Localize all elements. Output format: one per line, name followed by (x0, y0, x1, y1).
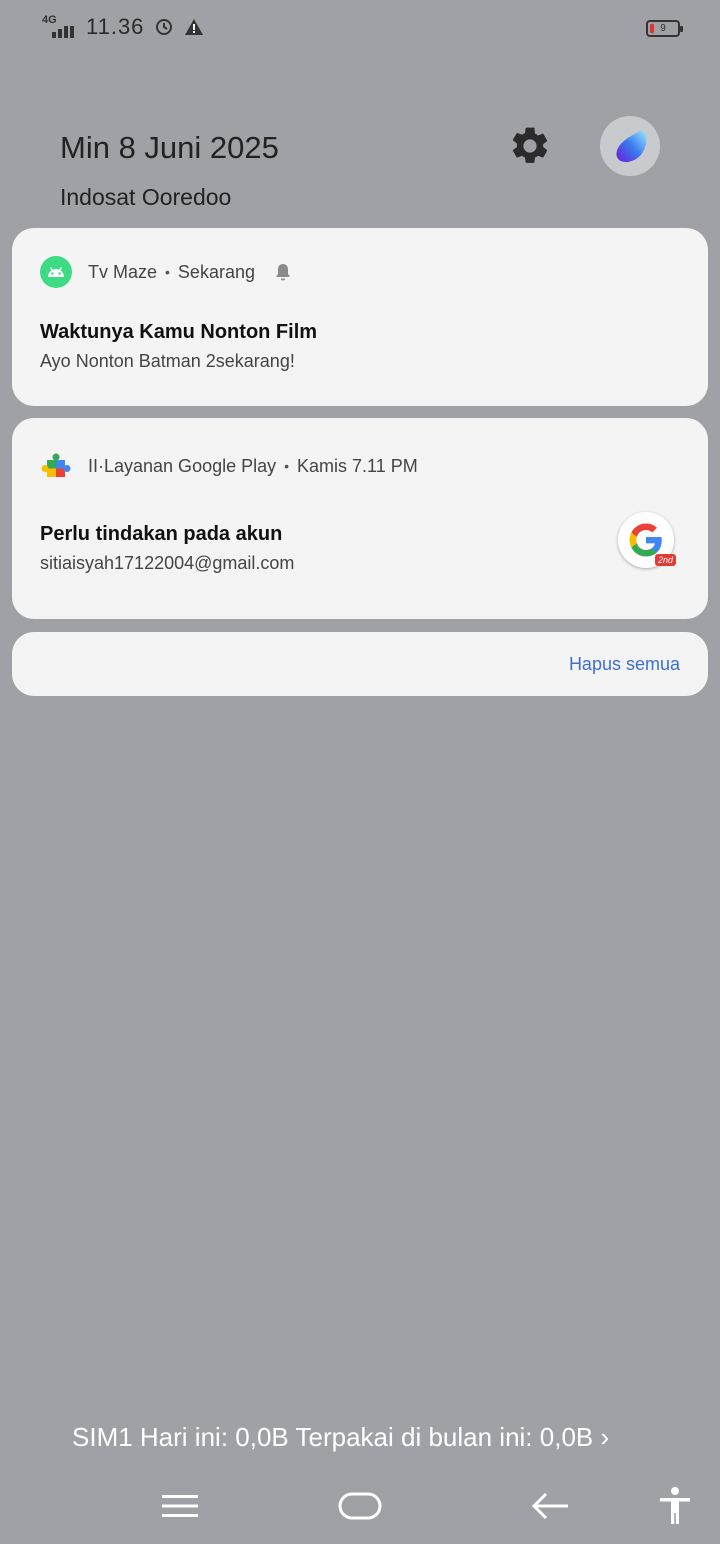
separator-dot: • (165, 264, 170, 280)
profile-logo-icon (616, 130, 647, 163)
notification-body: Ayo Nonton Batman 2sekarang! (40, 351, 295, 371)
notification-title: Perlu tindakan pada akun (40, 523, 283, 545)
google-play-services-icon (40, 450, 72, 482)
settings-button[interactable] (508, 124, 552, 168)
separator-dot: • (284, 458, 290, 474)
notification-header: II·Layanan Google Play • Kamis 7.11 PM (40, 450, 418, 482)
clear-all-button[interactable]: Hapus semua (569, 654, 680, 675)
home-icon (338, 1492, 382, 1520)
notification-card-tvmaze[interactable]: Tv Maze • Sekarang Waktunya Kamu Nonton … (12, 228, 708, 406)
home-button[interactable] (336, 1482, 384, 1530)
carrier-label: Indosat Ooredoo (60, 184, 232, 210)
app-name: II·Layanan Google Play (88, 455, 277, 476)
menu-icon (162, 1495, 198, 1517)
notification-time: Kamis 7.11 PM (297, 455, 418, 476)
app-name: Tv Maze (88, 261, 158, 282)
battery-icon: 9 (646, 20, 683, 37)
notification-header: Tv Maze • Sekarang (40, 256, 293, 288)
notification-card-google-play[interactable]: II·Layanan Google Play • Kamis 7.11 PM P… (12, 418, 708, 619)
notification-title: Waktunya Kamu Nonton Film (40, 321, 318, 343)
back-arrow-icon (531, 1492, 568, 1520)
accessibility-icon (660, 1487, 690, 1524)
notification-body: sitiaisyah17122004@gmail.com (40, 553, 295, 573)
back-button[interactable] (526, 1482, 574, 1530)
notification-time: Sekarang (177, 261, 255, 282)
google-account-badge: 2nd (618, 512, 676, 568)
date-label: Min 8 Juni 2025 (60, 130, 279, 165)
recents-button[interactable] (156, 1482, 204, 1530)
data-usage-link[interactable]: SIM1 Hari ini: 0,0B Terpakai di bulan in… (72, 1422, 609, 1453)
android-app-icon (40, 256, 72, 288)
status-time: 11.36 (86, 14, 145, 39)
user-avatar[interactable] (600, 116, 660, 176)
gear-icon (512, 127, 548, 163)
clear-all-bar: Hapus semua (12, 632, 708, 696)
warning-icon (185, 19, 204, 35)
status-bar: 4G 11.36 9 (0, 0, 720, 56)
navigation-bar (0, 1470, 720, 1544)
signal-icon: 4G (42, 14, 76, 40)
bell-icon (276, 264, 290, 281)
battery-level: 9 (660, 23, 666, 34)
account-badge-2nd: 2nd (654, 554, 676, 566)
accessibility-button[interactable] (651, 1482, 699, 1530)
network-type: 4G (42, 14, 57, 26)
google-g-icon (629, 523, 662, 557)
status-left: 4G 11.36 (42, 14, 204, 40)
alarm-icon (156, 19, 173, 35)
